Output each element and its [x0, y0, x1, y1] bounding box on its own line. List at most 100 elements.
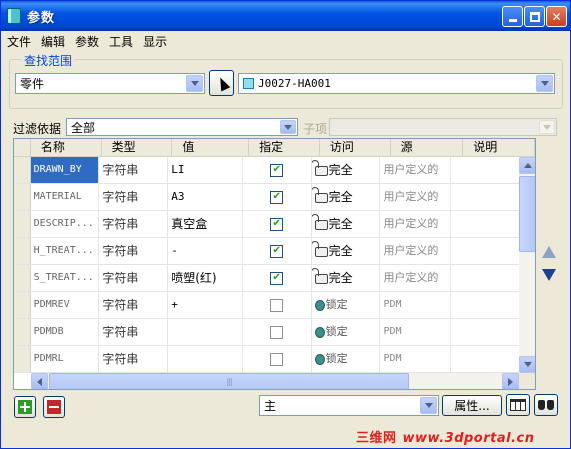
cell-designated[interactable]: ✔ [243, 184, 312, 210]
chevron-down-icon[interactable] [280, 120, 296, 134]
vertical-scrollbar[interactable] [519, 157, 535, 373]
cell-value[interactable] [168, 346, 243, 372]
chevron-down-icon[interactable] [186, 75, 203, 92]
cell-description[interactable] [451, 346, 521, 372]
designated-checkbox[interactable] [270, 298, 284, 312]
cell-source[interactable]: PDM [380, 319, 452, 345]
move-up-icon[interactable] [542, 246, 556, 258]
table-view-button[interactable] [506, 394, 530, 416]
designated-checkbox[interactable]: ✔ [270, 217, 284, 231]
cell-name[interactable]: S_TREAT... [31, 265, 100, 291]
row-header[interactable] [14, 346, 31, 372]
column-header-name[interactable]: 名称 [31, 139, 102, 157]
cell-value[interactable] [168, 319, 243, 345]
menu-edit[interactable]: 编辑 [35, 33, 69, 50]
cell-description[interactable] [451, 292, 521, 318]
main-select[interactable]: 主 [259, 395, 439, 416]
column-header-value[interactable]: 值 [172, 139, 250, 157]
horizontal-scroll-thumb[interactable]: ||| [49, 373, 409, 389]
cell-designated[interactable]: ✔ [243, 211, 312, 237]
row-header[interactable] [14, 157, 31, 183]
cell-name[interactable]: PDMRL [31, 346, 100, 372]
cell-name[interactable]: PDMREV [31, 292, 100, 318]
cell-designated[interactable] [243, 346, 312, 372]
move-down-icon[interactable] [542, 269, 556, 281]
designated-checkbox[interactable] [270, 352, 284, 366]
cell-description[interactable] [451, 211, 521, 237]
cell-source[interactable]: PDM [380, 346, 452, 372]
column-header-description[interactable]: 说明 [463, 139, 535, 157]
cell-access[interactable]: 锁定 [312, 346, 381, 372]
vertical-scroll-thumb[interactable] [519, 176, 535, 252]
table-row[interactable]: DESCRIP... 字符串 真空盒 ✔ 完全 用户定义的 [14, 211, 521, 238]
cell-value[interactable]: LI [168, 157, 243, 183]
cell-type[interactable]: 字符串 [99, 265, 169, 291]
cell-type[interactable]: 字符串 [99, 211, 169, 237]
cell-access[interactable]: 完全 [311, 265, 381, 291]
row-header[interactable] [14, 292, 31, 318]
cell-type[interactable]: 字符串 [99, 292, 169, 318]
chevron-down-icon[interactable] [420, 397, 437, 414]
properties-button[interactable]: 属性... [442, 395, 502, 416]
cell-name[interactable]: MATERIAL [31, 184, 100, 210]
row-header[interactable] [14, 184, 31, 210]
cell-value[interactable]: - [168, 238, 243, 264]
cell-type[interactable]: 字符串 [99, 319, 169, 345]
horizontal-scrollbar[interactable]: ||| [31, 373, 519, 389]
cell-access[interactable]: 完全 [311, 238, 381, 264]
table-row[interactable]: PDMRL 字符串 锁定 PDM [14, 346, 521, 373]
cell-type[interactable]: 字符串 [99, 184, 169, 210]
maximize-button[interactable] [524, 6, 545, 27]
table-row[interactable]: DRAWN_BY 字符串 LI ✔ 完全 用户定义的 [14, 157, 521, 184]
cell-source[interactable]: 用户定义的 [380, 211, 452, 237]
table-row[interactable]: S_TREAT... 字符串 喷塑(红) ✔ 完全 用户定义的 [14, 265, 521, 292]
cell-type[interactable]: 字符串 [99, 346, 169, 372]
cell-value[interactable]: A3 [168, 184, 243, 210]
designated-checkbox[interactable]: ✔ [270, 271, 284, 285]
row-header[interactable] [14, 211, 31, 237]
row-header[interactable] [14, 265, 31, 291]
cell-value[interactable]: 真空盒 [168, 211, 243, 237]
cell-source[interactable]: 用户定义的 [380, 238, 452, 264]
cell-source[interactable]: 用户定义的 [380, 265, 452, 291]
title-bar[interactable]: 参数 ✕ [1, 1, 570, 31]
scroll-left-button[interactable] [31, 373, 48, 389]
menu-parameters[interactable]: 参数 [69, 33, 103, 50]
chevron-down-icon[interactable] [536, 75, 553, 92]
column-header-type[interactable]: 类型 [102, 139, 173, 157]
scroll-down-button[interactable] [519, 356, 535, 373]
model-select[interactable]: J0027-HA001 [238, 73, 555, 94]
table-row[interactable]: MATERIAL 字符串 A3 ✔ 完全 用户定义的 [14, 184, 521, 211]
cell-name[interactable]: PDMDB [31, 319, 100, 345]
cell-source[interactable]: 用户定义的 [380, 184, 452, 210]
table-row[interactable]: H_TREAT... 字符串 - ✔ 完全 用户定义的 [14, 238, 521, 265]
remove-parameter-button[interactable] [43, 396, 65, 418]
cell-access[interactable]: 完全 [311, 184, 381, 210]
menu-show[interactable]: 显示 [137, 33, 171, 50]
scroll-up-button[interactable] [519, 157, 535, 174]
cell-source[interactable]: PDM [380, 292, 452, 318]
cell-access[interactable]: 完全 [311, 157, 381, 183]
cell-type[interactable]: 字符串 [99, 157, 169, 183]
scope-select[interactable]: 零件 [15, 73, 205, 94]
cell-description[interactable] [451, 184, 521, 210]
cell-name[interactable]: H_TREAT... [31, 238, 100, 264]
cell-description[interactable] [451, 238, 521, 264]
cell-designated[interactable]: ✔ [243, 157, 312, 183]
cell-type[interactable]: 字符串 [99, 238, 169, 264]
table-row[interactable]: PDMDB 字符串 锁定 PDM [14, 319, 521, 346]
designated-checkbox[interactable] [270, 325, 284, 339]
cell-designated[interactable] [243, 319, 312, 345]
cell-designated[interactable]: ✔ [243, 265, 312, 291]
close-button[interactable]: ✕ [546, 6, 567, 27]
designated-checkbox[interactable]: ✔ [270, 244, 284, 258]
table-row[interactable]: PDMREV 字符串 + 锁定 PDM [14, 292, 521, 319]
column-header-access[interactable]: 访问 [320, 139, 391, 157]
cell-description[interactable] [451, 265, 521, 291]
find-button[interactable] [534, 394, 558, 416]
cell-source[interactable]: 用户定义的 [380, 157, 452, 183]
row-header[interactable] [14, 238, 31, 264]
column-header-source[interactable]: 源 [391, 139, 464, 157]
minimize-button[interactable] [502, 6, 523, 27]
cell-access[interactable]: 完全 [311, 211, 381, 237]
